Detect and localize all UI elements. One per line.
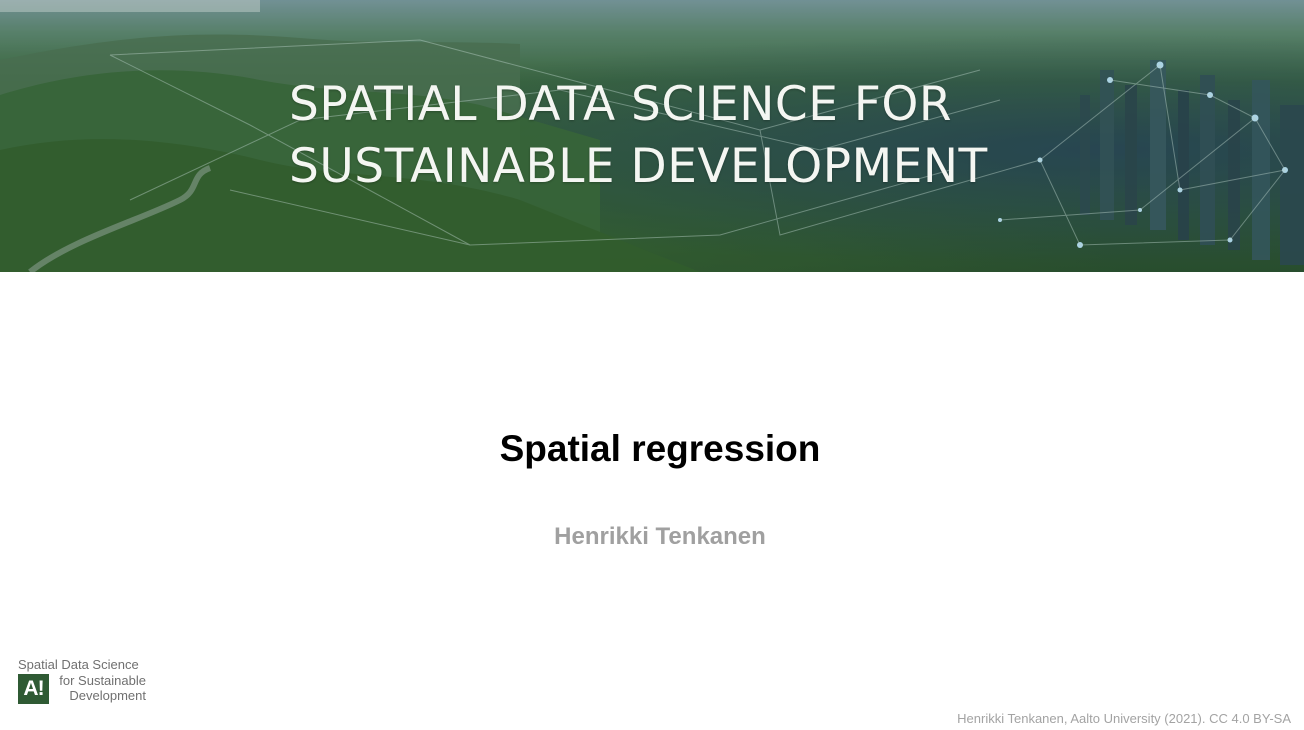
credit-footer: Henrikki Tenkanen, Aalto University (202… [957,711,1291,726]
aalto-logo-icon: A! [18,674,49,704]
slide: SPATIAL DATA SCIENCE FOR SUSTAINABLE DEV… [0,0,1304,730]
slide-title: Spatial regression [499,428,821,469]
logo-text-line2: for Sustainable [59,673,146,688]
author-name: Henrikki Tenkanen [554,523,766,550]
logo-text-line3: Development [69,688,146,703]
logo-text-line1: Spatial Data Science [18,657,139,672]
banner-title: SPATIAL DATA SCIENCE FOR SUSTAINABLE DEV… [289,74,1049,198]
banner-title-line2: SUSTAINABLE DEVELOPMENT [289,139,988,194]
course-logo: Spatial Data Science A! for Sustainable … [18,657,158,707]
banner-title-line1: SPATIAL DATA SCIENCE FOR [289,77,953,132]
header-banner: SPATIAL DATA SCIENCE FOR SUSTAINABLE DEV… [0,0,1304,272]
